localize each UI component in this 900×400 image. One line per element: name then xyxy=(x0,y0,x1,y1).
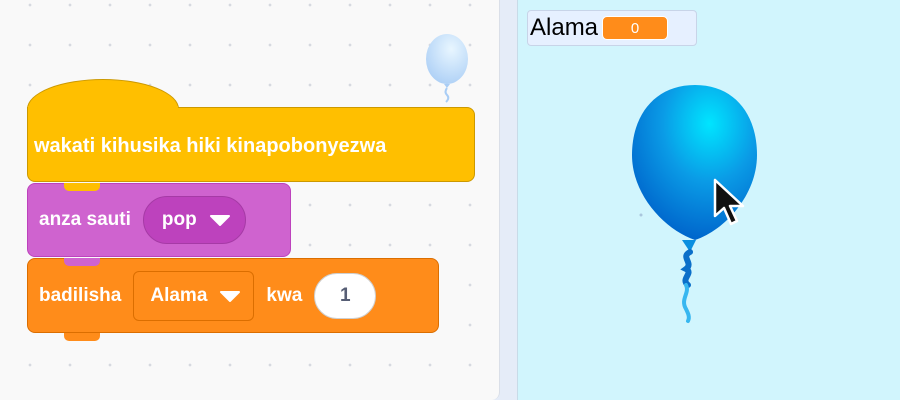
sprite-thumbnail-balloon[interactable] xyxy=(424,32,470,104)
event-hat-label: wakati kihusika hiki kinapobonyezwa xyxy=(34,135,387,157)
code-area[interactable]: wakati kihusika hiki kinapobonyezwa anza… xyxy=(0,0,500,400)
block-notch xyxy=(64,183,100,191)
chevron-down-icon xyxy=(209,215,230,226)
mouse-pointer-icon xyxy=(713,178,745,226)
balloon-sprite[interactable] xyxy=(620,80,770,325)
variable-monitor[interactable]: Alama 0 xyxy=(527,10,697,46)
hat-dome-joint xyxy=(28,106,178,110)
variable-dropdown-value: Alama xyxy=(150,284,208,306)
block-notch xyxy=(64,258,100,266)
block-bottom-notch xyxy=(64,333,100,341)
by-label: kwa xyxy=(266,284,303,306)
change-variable-block[interactable]: badilisha Alama kwa 1 xyxy=(27,258,439,333)
play-sound-block[interactable]: anza sauti pop xyxy=(27,183,291,257)
when-sprite-clicked-block[interactable]: wakati kihusika hiki kinapobonyezwa xyxy=(27,107,475,182)
variable-dropdown[interactable]: Alama xyxy=(133,270,255,321)
monitor-value: 0 xyxy=(602,16,669,40)
amount-input[interactable]: 1 xyxy=(314,272,377,319)
sound-dropdown-value: pop xyxy=(161,209,197,230)
monitor-label: Alama xyxy=(530,14,599,41)
sound-dropdown[interactable]: pop xyxy=(142,196,246,244)
play-sound-label: anza sauti xyxy=(39,209,131,230)
change-variable-label: badilisha xyxy=(39,284,122,306)
chevron-down-icon xyxy=(220,290,241,302)
